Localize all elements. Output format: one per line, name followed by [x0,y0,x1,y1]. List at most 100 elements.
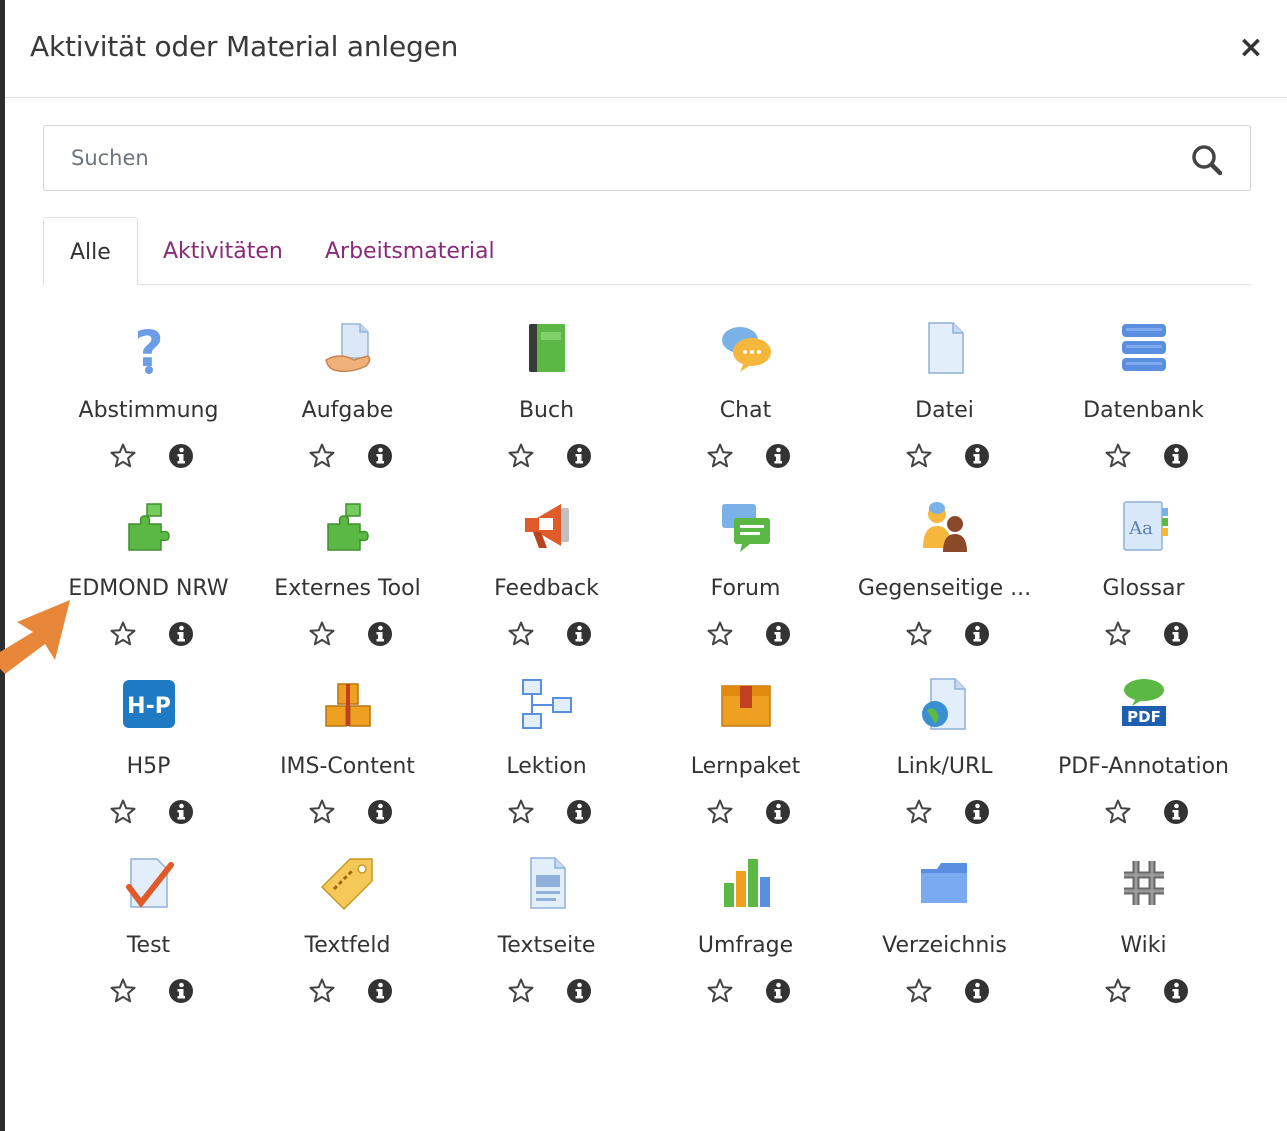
activity-label[interactable]: Buch [447,398,646,423]
activity-tile-link-url[interactable]: Link/URL [845,676,1044,854]
survey-chart-icon[interactable] [718,855,774,911]
star-icon[interactable] [1104,798,1132,826]
star-icon[interactable] [308,442,336,470]
info-icon[interactable] [1162,977,1190,1005]
activity-label[interactable]: Glossar [1044,576,1243,601]
info-icon[interactable] [764,620,792,648]
activity-tile-textfeld[interactable]: Textfeld [248,855,447,1033]
activity-label[interactable]: Link/URL [845,754,1044,779]
star-icon[interactable] [905,977,933,1005]
star-icon[interactable] [109,977,137,1005]
activity-label[interactable]: Forum [646,576,845,601]
info-icon[interactable] [565,798,593,826]
star-icon[interactable] [905,798,933,826]
info-icon[interactable] [1162,620,1190,648]
search-input[interactable] [45,127,1185,189]
activity-label[interactable]: Datei [845,398,1044,423]
activity-tile-lernpaket[interactable]: Lernpaket [646,676,845,854]
activity-label[interactable]: IMS-Content [248,754,447,779]
activity-tile-glossar[interactable]: Aa Glossar [1044,498,1243,676]
tab-alle[interactable]: Alle [43,217,138,286]
activity-label[interactable]: Wiki [1044,933,1243,958]
star-icon[interactable] [308,977,336,1005]
info-icon[interactable] [565,442,593,470]
page-icon[interactable] [519,855,575,911]
puzzle-icon[interactable] [121,498,177,554]
activity-tile-chat[interactable]: Chat [646,320,845,498]
info-icon[interactable] [167,798,195,826]
scorm-package-icon[interactable] [718,676,774,732]
activity-tile-datenbank[interactable]: Datenbank [1044,320,1243,498]
activity-tile-gegenseitige[interactable]: Gegenseitige ... [845,498,1044,676]
lesson-flow-icon[interactable] [519,676,575,732]
activity-label[interactable]: Abstimmung [49,398,248,423]
activity-label[interactable]: H5P [49,754,248,779]
activity-tile-verzeichnis[interactable]: Verzeichnis [845,855,1044,1033]
assignment-hand-icon[interactable] [320,320,376,376]
activity-tile-buch[interactable]: Buch [447,320,646,498]
h5p-icon[interactable]: H-P [121,676,177,732]
activity-label[interactable]: Verzeichnis [845,933,1044,958]
activity-tile-pdf-annotation[interactable]: PDF PDF-Annotation [1044,676,1243,854]
star-icon[interactable] [109,442,137,470]
star-icon[interactable] [308,620,336,648]
activity-label[interactable]: Aufgabe [248,398,447,423]
activity-label[interactable]: Externes Tool [248,576,447,601]
activity-label[interactable]: Textfeld [248,933,447,958]
url-globe-icon[interactable] [917,676,973,732]
forum-icon[interactable] [718,498,774,554]
star-icon[interactable] [905,620,933,648]
star-icon[interactable] [1104,620,1132,648]
workshop-people-icon[interactable] [917,498,973,554]
quiz-check-icon[interactable] [121,855,177,911]
activity-tile-lektion[interactable]: Lektion [447,676,646,854]
activity-tile-textseite[interactable]: Textseite [447,855,646,1033]
star-icon[interactable] [308,798,336,826]
folder-icon[interactable] [917,855,973,911]
glossary-icon[interactable]: Aa [1116,498,1172,554]
activity-tile-datei[interactable]: Datei [845,320,1044,498]
info-icon[interactable] [764,977,792,1005]
activity-tile-abstimmung[interactable]: ? Abstimmung [49,320,248,498]
star-icon[interactable] [706,442,734,470]
label-tag-icon[interactable] [320,855,376,911]
info-icon[interactable] [565,620,593,648]
activity-label[interactable]: Lektion [447,754,646,779]
activity-tile-test[interactable]: Test [49,855,248,1033]
info-icon[interactable] [764,798,792,826]
info-icon[interactable] [366,798,394,826]
wiki-icon[interactable] [1116,855,1172,911]
database-icon[interactable] [1116,320,1172,376]
chat-bubble-icon[interactable] [718,320,774,376]
activity-tile-h5p[interactable]: H-P H5P [49,676,248,854]
info-icon[interactable] [963,620,991,648]
star-icon[interactable] [507,620,535,648]
info-icon[interactable] [167,620,195,648]
info-icon[interactable] [366,442,394,470]
activity-label[interactable]: Lernpaket [646,754,845,779]
info-icon[interactable] [366,620,394,648]
activity-label[interactable]: Gegenseitige ... [845,576,1044,601]
activity-label[interactable]: Datenbank [1044,398,1243,423]
star-icon[interactable] [706,977,734,1005]
star-icon[interactable] [706,620,734,648]
tab-arbeitsmaterial[interactable]: Arbeitsmaterial [299,217,521,285]
info-icon[interactable] [565,977,593,1005]
activity-tile-forum[interactable]: Forum [646,498,845,676]
activity-tile-wiki[interactable]: Wiki [1044,855,1243,1033]
ims-boxes-icon[interactable] [320,676,376,732]
search-icon[interactable] [1189,142,1225,178]
star-icon[interactable] [507,977,535,1005]
info-icon[interactable] [167,977,195,1005]
activity-label[interactable]: Textseite [447,933,646,958]
tab-aktivitaeten[interactable]: Aktivitäten [137,217,309,285]
close-button[interactable]: × [1235,30,1267,66]
activity-tile-aufgabe[interactable]: Aufgabe [248,320,447,498]
megaphone-icon[interactable] [519,498,575,554]
activity-tile-externes-tool[interactable]: Externes Tool [248,498,447,676]
info-icon[interactable] [167,442,195,470]
activity-label[interactable]: Feedback [447,576,646,601]
file-icon[interactable] [917,320,973,376]
star-icon[interactable] [507,798,535,826]
star-icon[interactable] [905,442,933,470]
